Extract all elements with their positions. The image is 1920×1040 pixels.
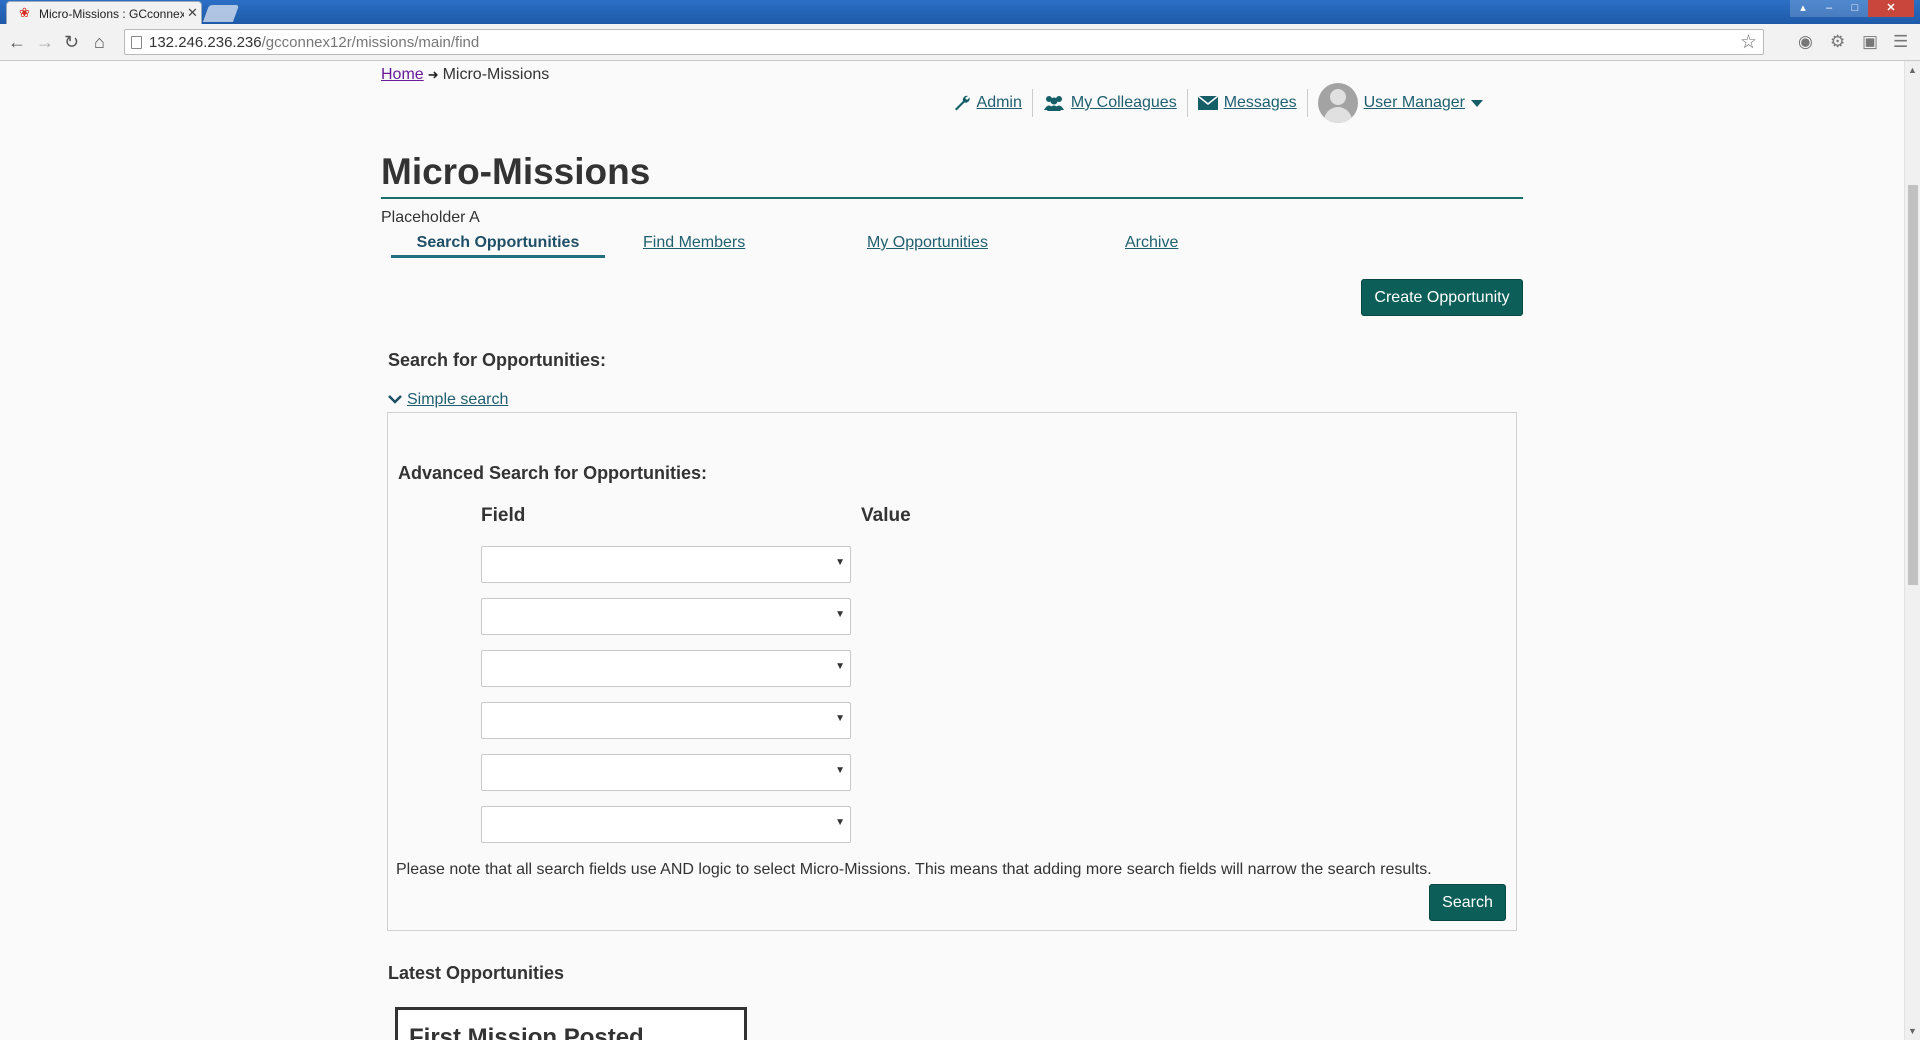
close-tab-icon[interactable]: ✕ (187, 5, 198, 21)
field-select-5[interactable]: ▼ (481, 754, 851, 791)
caret-down-icon[interactable] (1471, 99, 1483, 107)
placeholder-text: Placeholder A (381, 209, 480, 226)
minimize-icon[interactable]: – (1816, 0, 1842, 17)
breadcrumb-arrow-icon: ➜ (427, 67, 439, 82)
value-column-header: Value (861, 505, 911, 526)
dropdown-arrow-icon: ▼ (835, 557, 845, 568)
field-select-3[interactable]: ▼ (481, 650, 851, 687)
search-heading: Search for Opportunities: (388, 350, 607, 370)
back-arrow-icon[interactable]: ← (8, 32, 26, 52)
tab-find-members[interactable]: Find Members (643, 234, 745, 252)
advanced-search-heading: Advanced Search for Opportunities: (398, 463, 708, 483)
simple-search-toggle[interactable]: Simple search (388, 391, 508, 409)
field-column-header: Field (481, 505, 526, 526)
scroll-down-icon[interactable]: ▼ (1908, 1026, 1917, 1036)
avatar[interactable] (1317, 83, 1358, 123)
dropdown-arrow-icon: ▼ (835, 765, 845, 776)
breadcrumb-current: Micro-Missions (442, 66, 550, 83)
gear-extension-icon[interactable]: ⚙ (1830, 32, 1845, 52)
breadcrumb: Home ➜ Micro-Missions (381, 66, 549, 84)
mission-tabs: Search Opportunities Find Members My Opp… (391, 234, 1291, 262)
new-tab-button[interactable] (202, 5, 240, 22)
field-select-2[interactable]: ▼ (481, 598, 851, 635)
field-select-4[interactable]: ▼ (481, 702, 851, 739)
opportunity-card[interactable]: First Mission Posted (395, 1007, 747, 1040)
search-logic-note: Please note that all search fields use A… (396, 861, 1432, 878)
latest-opportunities-heading: Latest Opportunities (388, 963, 565, 983)
messages-link[interactable]: Messages (1224, 94, 1297, 112)
scrollbar-thumb[interactable] (1908, 185, 1918, 585)
home-icon[interactable]: ⌂ (94, 32, 105, 52)
admin-menu[interactable]: Admin (943, 89, 1033, 117)
envelope-icon (1197, 95, 1218, 110)
address-url: 132.246.236.236/gcconnex12r/missions/mai… (149, 34, 480, 51)
create-opportunity-button[interactable]: Create Opportunity (1361, 279, 1523, 316)
scroll-up-icon[interactable]: ▲ (1908, 65, 1917, 75)
dropdown-arrow-icon: ▼ (835, 609, 845, 620)
dropdown-arrow-icon: ▼ (835, 661, 845, 672)
menu-icon[interactable]: ☰ (1893, 32, 1908, 52)
page-icon (131, 36, 142, 49)
page-viewport: Home ➜ Micro-Missions Admin My Colleagues … (0, 61, 1904, 1040)
messages-menu[interactable]: Messages (1188, 89, 1308, 117)
tab-title: Micro-Missions : GCconnex (39, 7, 184, 21)
wrench-icon (954, 95, 970, 111)
title-divider (381, 197, 1523, 199)
address-bar[interactable]: 132.246.236.236/gcconnex12r/missions/mai… (124, 29, 1764, 55)
extension-box-icon[interactable]: ▣ (1862, 32, 1878, 52)
browser-toolbar: ← → ↻ ⌂ 132.246.236.236/gcconnex12r/miss… (0, 24, 1920, 61)
page-scrollbar[interactable]: ▲ ▼ (1904, 61, 1920, 1040)
simple-search-link[interactable]: Simple search (407, 391, 508, 409)
maple-leaf-icon: ❀ (19, 5, 30, 20)
admin-link[interactable]: Admin (977, 94, 1022, 112)
browser-titlebar: ❀ Micro-Missions : GCconnex ✕ ▴ – □ ✕ (0, 0, 1920, 24)
window-up-icon[interactable]: ▴ (1790, 0, 1816, 17)
dropdown-arrow-icon: ▼ (835, 713, 845, 724)
bookmark-star-icon[interactable]: ☆ (1740, 31, 1757, 54)
maximize-icon[interactable]: □ (1842, 0, 1868, 17)
tab-my-opportunities[interactable]: My Opportunities (867, 234, 988, 252)
window-controls: ▴ – □ ✕ (1790, 0, 1914, 18)
close-window-icon[interactable]: ✕ (1868, 0, 1914, 17)
dropdown-arrow-icon: ▼ (835, 817, 845, 828)
chevron-down-icon (388, 395, 402, 404)
user-nav: Admin My Colleagues Messages User Manage… (943, 83, 1493, 123)
reload-icon[interactable]: ↻ (64, 32, 79, 52)
user-menu[interactable]: User Manager (1308, 83, 1493, 123)
forward-arrow-icon[interactable]: → (36, 32, 54, 52)
tab-search-opportunities[interactable]: Search Opportunities (391, 234, 605, 258)
breadcrumb-home-link[interactable]: Home (381, 66, 424, 83)
colleagues-icon (1043, 96, 1064, 111)
page-title: Micro-Missions (381, 151, 651, 192)
field-select-1[interactable]: ▼ (481, 546, 851, 583)
tab-archive[interactable]: Archive (1125, 234, 1178, 252)
user-manager-link[interactable]: User Manager (1364, 94, 1465, 112)
search-button[interactable]: Search (1429, 884, 1506, 921)
advanced-search-panel: Advanced Search for Opportunities: Field… (387, 412, 1517, 931)
extension-icon[interactable]: ◉ (1798, 32, 1813, 52)
colleagues-menu[interactable]: My Colleagues (1033, 89, 1188, 117)
colleagues-link[interactable]: My Colleagues (1071, 94, 1177, 112)
opportunity-card-title: First Mission Posted (409, 1024, 644, 1040)
browser-tab[interactable]: ❀ Micro-Missions : GCconnex ✕ (6, 1, 202, 24)
field-select-6[interactable]: ▼ (481, 806, 851, 843)
